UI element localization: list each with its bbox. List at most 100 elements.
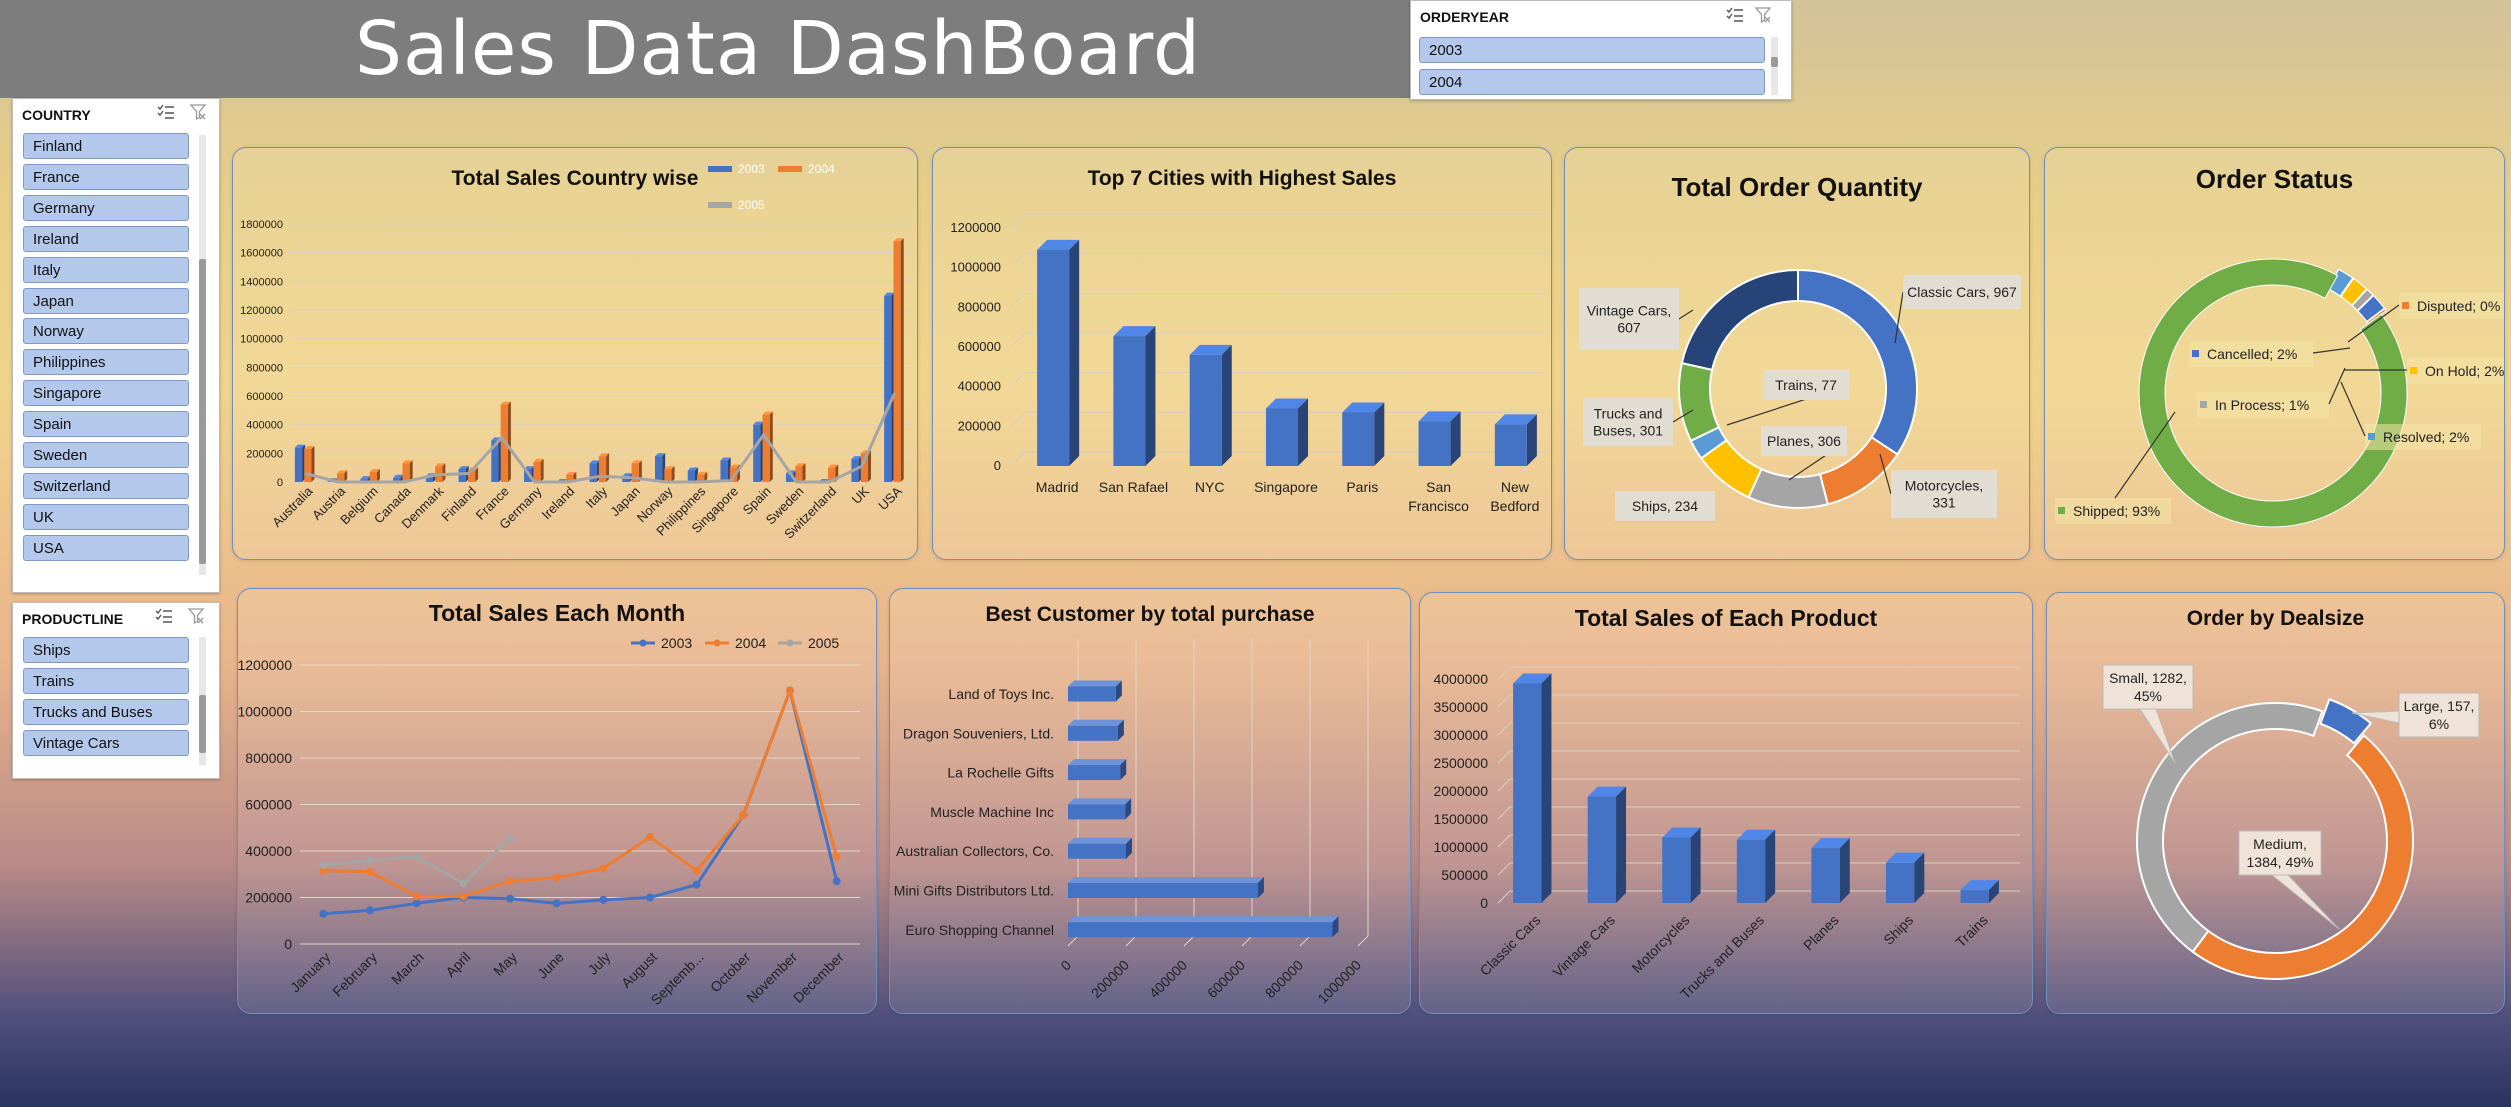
slicer-item-trucks-and-buses[interactable]: Trucks and Buses: [23, 698, 189, 725]
best-customers-svg: 0 200000 400000 600000 800000 1000000 Land of …: [894, 639, 1369, 1007]
x-tick-label: January: [287, 949, 334, 996]
bar-customer: [1068, 883, 1258, 898]
x-tick-label: UK: [849, 483, 873, 507]
y-tick-label: 800000: [245, 750, 292, 766]
data-point-2003: [366, 906, 374, 915]
multi-select-icon[interactable]: [1726, 7, 1744, 23]
slicer-item-italy[interactable]: Italy: [23, 256, 189, 283]
y-tick-label: Australian Collectors, Co.: [896, 843, 1054, 859]
bar-product: [1885, 862, 1915, 903]
slicer-item-2003[interactable]: 2003: [1419, 37, 1765, 63]
slicer-scroll-thumb[interactable]: [199, 259, 206, 564]
y-tick-label: 1800000: [240, 219, 283, 231]
legend-label: 2003: [738, 162, 765, 176]
bar-city-side: [1221, 344, 1232, 466]
slicer-item-sweden[interactable]: Sweden: [23, 442, 189, 468]
gridline-depth: [1125, 935, 1137, 947]
slicer-item-ships[interactable]: Ships: [23, 637, 189, 663]
slicer-item-uk[interactable]: UK: [23, 503, 189, 530]
leader-line: [2340, 381, 2366, 437]
x-tick-label: Ships: [1880, 912, 1916, 948]
legend-swatch: [778, 166, 802, 172]
bar-product: [1513, 683, 1542, 903]
country-sales-svg: 0 200000 400000 600000 800000 1000000 1200000 1…: [240, 162, 911, 542]
chart-monthly-sales: Total Sales Each Month 0 200000 400000 6000…: [237, 588, 877, 1014]
slicer-productline[interactable]: PRODUCTLINE Ships Trains Trucks and Buses V…: [12, 602, 220, 779]
leader-line: [2312, 347, 2351, 354]
y-tick-label: 400000: [246, 420, 283, 432]
slicer-item-philippines[interactable]: Philippines: [23, 349, 189, 376]
gridline-depth: [1497, 778, 1511, 792]
multi-select-icon[interactable]: [157, 104, 175, 120]
bar-2004: [369, 471, 377, 482]
clear-filter-icon[interactable]: [187, 607, 205, 625]
y-tick-label: 600000: [245, 797, 292, 813]
x-tick-label: Motorcycles: [1628, 912, 1692, 976]
data-point-2004: [459, 892, 468, 901]
x-tick-label: San Rafael: [1099, 479, 1168, 495]
slicer-item-switzerland[interactable]: Switzerland: [23, 472, 189, 499]
slicer-country[interactable]: COUNTRY Finland France Germany Ireland Italy…: [12, 98, 220, 593]
data-label: 45%: [2134, 688, 2162, 704]
data-label: 607: [1617, 320, 1641, 336]
clear-filter-icon[interactable]: [1754, 6, 1772, 24]
clear-filter-icon[interactable]: [189, 103, 207, 121]
y-tick-label: 0: [277, 477, 283, 489]
bar-2004: [664, 469, 672, 482]
callout-pointer: [2270, 874, 2340, 930]
data-point-2004: [786, 686, 794, 695]
bar-product-side: [1839, 838, 1850, 903]
slicer-item-vintage-cars[interactable]: Vintage Cars: [23, 729, 189, 756]
monthly-sales-svg: 0 200000 400000 600000 800000 1000000 1200000 J…: [238, 635, 860, 1008]
data-point-2003: [506, 894, 514, 903]
y-tick-label: 4000000: [1433, 671, 1488, 687]
bar-customer-top: [1068, 719, 1124, 726]
bar-city: [1494, 424, 1527, 466]
slicer-item-trains[interactable]: Trains: [23, 667, 189, 694]
y-tick-label: 3500000: [1433, 699, 1488, 715]
slice-planes: [1747, 467, 1829, 509]
slicer-item-germany[interactable]: Germany: [23, 194, 189, 221]
slicer-item-ireland[interactable]: Ireland: [23, 225, 189, 252]
series-line-2003: [323, 685, 839, 916]
y-tick-label: Euro Shopping Channel: [905, 922, 1054, 938]
bar-product: [1736, 839, 1766, 903]
data-label-key: [2368, 433, 2375, 440]
bar-city-side: [1374, 402, 1385, 466]
slicer-title: COUNTRY: [22, 107, 91, 123]
gridline-depth: [1010, 451, 1026, 467]
x-tick-label: San: [1426, 479, 1451, 495]
multi-select-icon[interactable]: [155, 608, 173, 624]
x-tick-label: Ireland: [539, 484, 578, 523]
x-tick-label: April: [442, 949, 473, 980]
y-tick-label: 1200000: [240, 305, 283, 317]
slicer-scroll-thumb[interactable]: [1771, 57, 1778, 67]
data-point-2004: [366, 867, 374, 876]
slicer-orderyear[interactable]: ORDERYEAR 2003 2004: [1410, 0, 1792, 100]
bar-customer: [1068, 843, 1126, 859]
y-tick-label: La Rochelle Gifts: [947, 765, 1054, 781]
bar-2004: [893, 241, 901, 482]
bar-customer-top: [1068, 916, 1339, 923]
slicer-scroll-thumb[interactable]: [199, 695, 206, 753]
order-quantity-svg: Classic Cars, 967 Motorcycles,331 Planes, …: [1579, 268, 2021, 521]
y-tick-label: 1600000: [240, 248, 283, 260]
x-tick-label: Planes: [1800, 912, 1842, 954]
y-tick-label: 1400000: [240, 276, 283, 288]
y-tick-label: Dragon Souveniers, Ltd.: [903, 725, 1054, 741]
x-tick-label: NYC: [1195, 479, 1225, 495]
y-tick-label: 0: [284, 936, 292, 952]
slicer-item-japan[interactable]: Japan: [23, 287, 189, 314]
slicer-item-norway[interactable]: Norway: [23, 318, 189, 345]
slicer-item-singapore[interactable]: Singapore: [23, 380, 189, 407]
data-point-2003: [692, 880, 701, 889]
x-tick-label: March: [388, 949, 427, 988]
slicer-item-usa[interactable]: USA: [23, 534, 189, 561]
slicer-item-finland[interactable]: Finland: [23, 133, 189, 159]
x-tick-label: 800000: [1262, 957, 1306, 1001]
slicer-item-spain[interactable]: Spain: [23, 411, 189, 438]
slicer-item-france[interactable]: France: [23, 163, 189, 190]
bar-city: [1265, 408, 1299, 466]
slicer-item-2004[interactable]: 2004: [1419, 69, 1765, 95]
data-point-2004: [412, 892, 421, 901]
